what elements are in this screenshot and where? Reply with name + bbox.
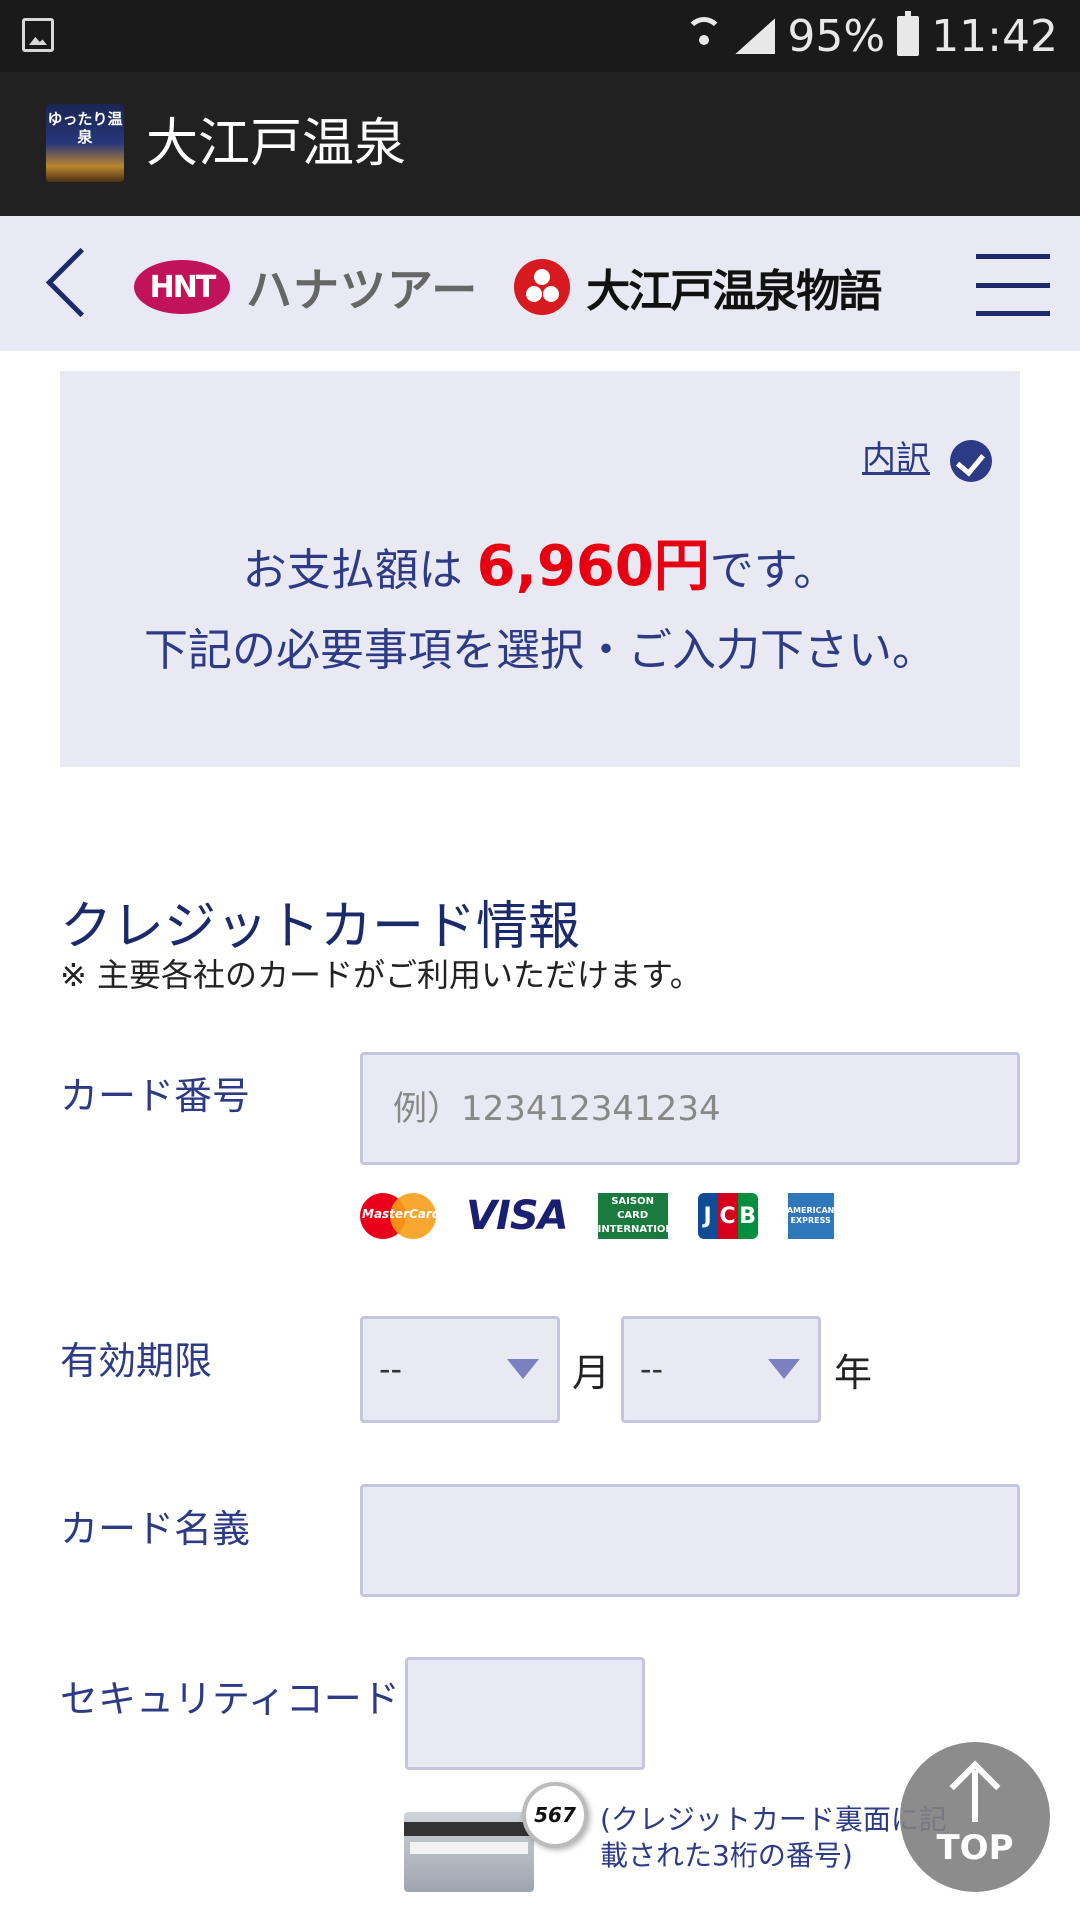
section-note: ※ 主要各社のカードがご利用いただけます。 xyxy=(60,956,702,994)
partner-name: ハナツアー xyxy=(246,263,479,317)
arrow-up-icon xyxy=(948,1762,1002,1822)
security-sample-text: 567 xyxy=(534,1803,576,1827)
top-label: TOP xyxy=(936,1828,1014,1868)
expiry-year-value: -- xyxy=(640,1350,664,1388)
brand-logos[interactable]: HNT ハナツアー 大江戸温泉物語 xyxy=(134,254,882,320)
card-holder-input[interactable] xyxy=(360,1484,1020,1597)
payment-amount-line: お支払額は 6,960円です。 xyxy=(60,521,1020,602)
hamburger-menu-icon[interactable] xyxy=(976,254,1050,316)
security-code-sample: 567 xyxy=(522,1782,588,1848)
card-back-illustration xyxy=(404,1812,534,1892)
crest-icon xyxy=(514,259,571,315)
dropdown-arrow-icon xyxy=(507,1359,539,1379)
check-icon[interactable] xyxy=(950,440,992,482)
app-bar: ゆったり温泉 大江戸温泉 xyxy=(0,72,1080,216)
expiry-month-value: -- xyxy=(379,1350,403,1388)
card-number-label: カード番号 xyxy=(60,1074,251,1118)
card-brand-logos: MasterCard VISA SAISON CARD INTERNATIONA… xyxy=(360,1193,834,1239)
battery-percent: 95% xyxy=(787,10,886,62)
visa-logo: VISA xyxy=(466,1193,569,1239)
back-to-top-button[interactable]: TOP xyxy=(900,1742,1050,1892)
section-title: クレジットカード情報 xyxy=(60,897,581,957)
card-number-input[interactable] xyxy=(360,1052,1020,1165)
app-logo: ゆったり温泉 xyxy=(46,104,124,182)
payment-summary: 内訳 お支払額は 6,960円です。 下記の必要事項を選択・ご入力下さい。 xyxy=(60,371,1020,767)
site-header: HNT ハナツアー 大江戸温泉物語 xyxy=(0,216,1080,351)
app-logo-text: ゆったり温泉 xyxy=(47,110,123,146)
mastercard-logo: MasterCard xyxy=(360,1193,440,1239)
dropdown-arrow-icon xyxy=(768,1359,800,1379)
brand-name: 大江戸温泉物語 xyxy=(586,266,882,317)
back-chevron-icon[interactable] xyxy=(44,246,96,322)
gallery-notification-icon xyxy=(22,18,54,52)
saison-card-logo: SAISON CARD INTERNATIONAL xyxy=(597,1193,688,1239)
battery-icon xyxy=(897,11,920,56)
amex-logo: AMERICAN EXPRESS xyxy=(787,1193,834,1239)
expiry-year-select[interactable]: -- xyxy=(621,1316,821,1423)
status-bar: 95% 11:42 xyxy=(0,0,1080,72)
expiry-month-select[interactable]: -- xyxy=(360,1316,560,1423)
month-unit: 月 xyxy=(572,1351,611,1395)
year-unit: 年 xyxy=(834,1351,873,1395)
hnt-logo: HNT xyxy=(134,260,230,314)
expiry-label: 有効期限 xyxy=(60,1339,213,1383)
wifi-icon xyxy=(685,17,724,55)
card-holder-label: カード名義 xyxy=(60,1507,251,1551)
breakdown-link[interactable]: 内訳 xyxy=(862,431,930,480)
instruction-text: 下記の必要事項を選択・ご入力下さい。 xyxy=(144,625,936,676)
mastercard-label: MasterCard xyxy=(362,1207,441,1221)
app-title: 大江戸温泉 xyxy=(146,114,407,174)
security-code-input[interactable] xyxy=(405,1657,645,1770)
pay-amount: 6,960円 xyxy=(476,534,710,599)
signal-icon xyxy=(735,18,776,54)
security-code-label: セキュリティコード xyxy=(60,1677,400,1721)
pay-prefix: お支払額は xyxy=(242,545,477,596)
jcb-logo: JCB xyxy=(697,1193,758,1239)
status-right: 95% 11:42 xyxy=(685,10,1058,62)
clock: 11:42 xyxy=(931,10,1058,62)
pay-suffix: です。 xyxy=(709,545,838,596)
